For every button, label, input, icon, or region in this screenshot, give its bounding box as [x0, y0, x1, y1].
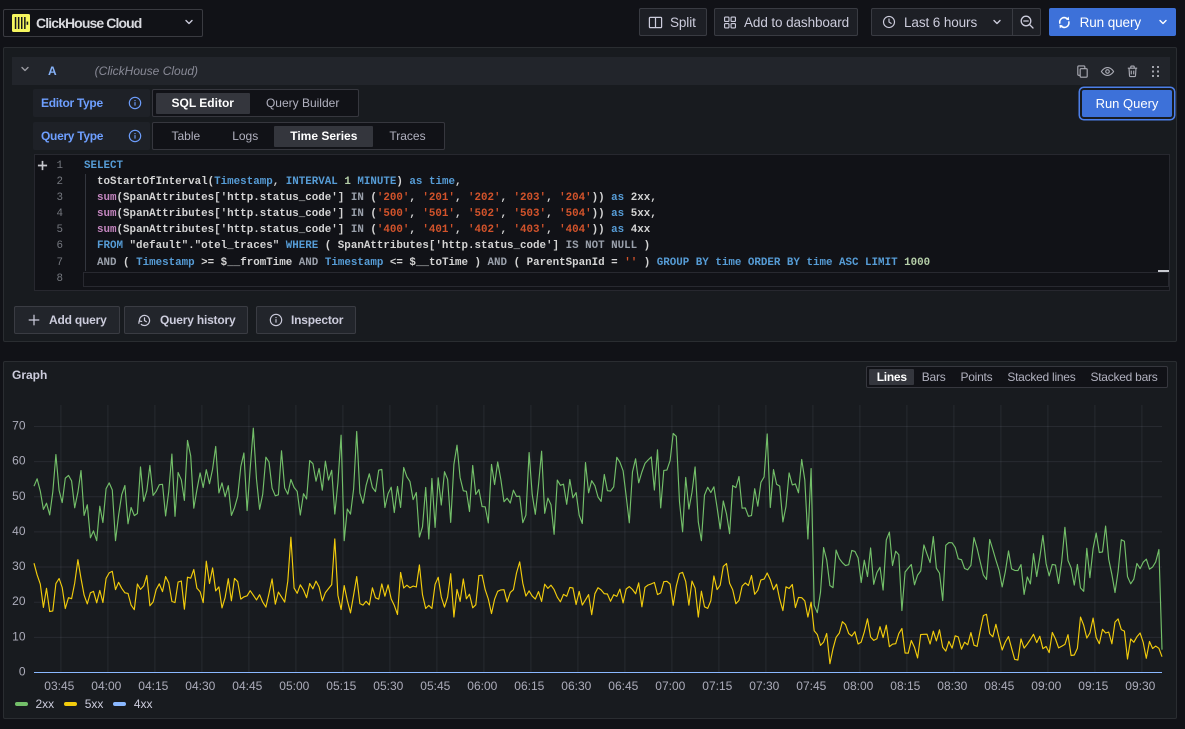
svg-text:06:45: 06:45 [608, 679, 638, 693]
svg-text:04:30: 04:30 [185, 679, 215, 693]
svg-text:09:15: 09:15 [1078, 679, 1108, 693]
svg-text:05:30: 05:30 [373, 679, 403, 693]
svg-text:20: 20 [12, 594, 26, 608]
svg-text:04:15: 04:15 [138, 679, 168, 693]
svg-text:04:00: 04:00 [91, 679, 121, 693]
svg-text:07:30: 07:30 [749, 679, 779, 693]
svg-text:07:00: 07:00 [655, 679, 685, 693]
svg-text:06:00: 06:00 [467, 679, 497, 693]
svg-text:70: 70 [12, 419, 26, 433]
svg-text:09:00: 09:00 [1031, 679, 1061, 693]
svg-text:30: 30 [12, 559, 26, 573]
svg-text:08:00: 08:00 [843, 679, 873, 693]
svg-text:0: 0 [19, 665, 26, 679]
svg-text:10: 10 [12, 629, 26, 643]
svg-text:09:30: 09:30 [1125, 679, 1155, 693]
svg-text:08:45: 08:45 [984, 679, 1014, 693]
svg-text:08:15: 08:15 [890, 679, 920, 693]
svg-text:03:45: 03:45 [44, 679, 74, 693]
svg-text:05:15: 05:15 [326, 679, 356, 693]
svg-text:07:45: 07:45 [796, 679, 826, 693]
svg-text:40: 40 [12, 524, 26, 538]
svg-text:60: 60 [12, 454, 26, 468]
svg-text:06:15: 06:15 [514, 679, 544, 693]
svg-text:05:45: 05:45 [420, 679, 450, 693]
svg-text:04:45: 04:45 [232, 679, 262, 693]
svg-text:07:15: 07:15 [702, 679, 732, 693]
svg-text:08:30: 08:30 [937, 679, 967, 693]
svg-text:06:30: 06:30 [561, 679, 591, 693]
svg-text:50: 50 [12, 489, 26, 503]
svg-text:05:00: 05:00 [279, 679, 309, 693]
